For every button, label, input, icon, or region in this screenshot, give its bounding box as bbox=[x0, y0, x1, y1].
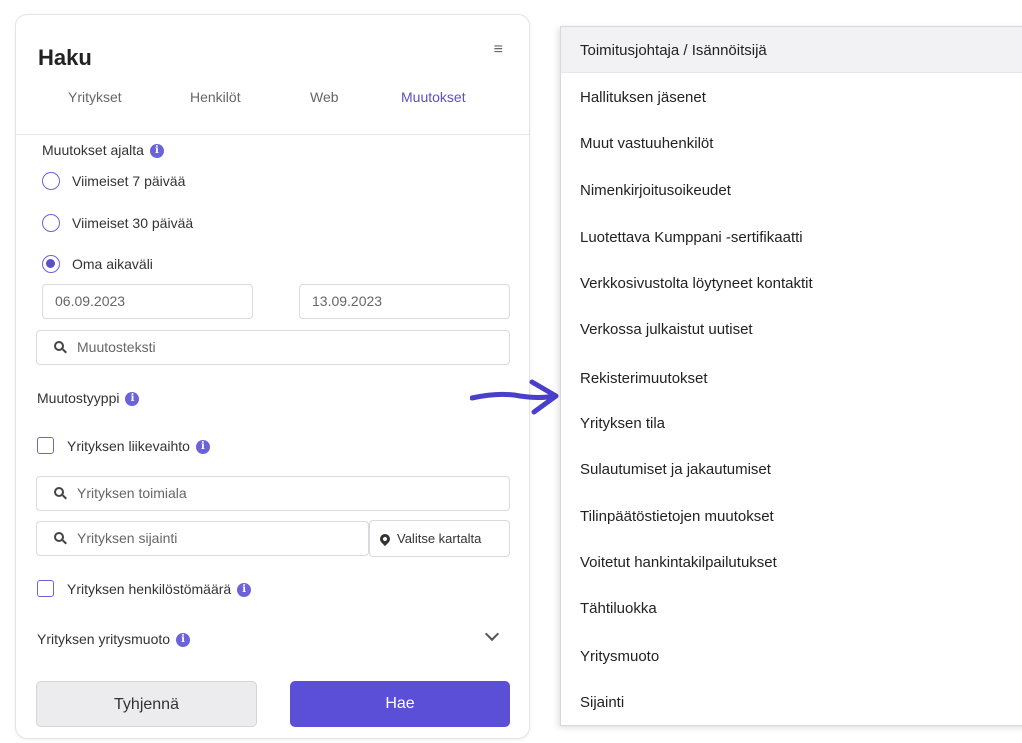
hamburger-menu-icon[interactable]: ≡ bbox=[494, 41, 503, 59]
list-item[interactable]: Voitetut hankintakilpailutukset bbox=[580, 554, 777, 571]
tab-muutokset[interactable]: Muutokset bbox=[401, 89, 466, 105]
list-item[interactable]: Sulautumiset ja jakautumiset bbox=[580, 461, 771, 478]
radio-custom-range-label: Oma aikaväli bbox=[72, 256, 153, 272]
industry-search-input[interactable]: Yrityksen toimiala bbox=[36, 476, 510, 511]
revenue-checkbox[interactable] bbox=[37, 437, 54, 454]
list-item[interactable]: Tähtiluokka bbox=[580, 600, 657, 617]
info-icon[interactable]: i bbox=[149, 144, 164, 159]
changes-period-text: Muutokset ajalta bbox=[42, 142, 144, 158]
staff-count-checkbox[interactable] bbox=[37, 580, 54, 597]
list-item[interactable]: Muut vastuuhenkilöt bbox=[580, 135, 713, 152]
tab-web[interactable]: Web bbox=[310, 89, 339, 105]
select-on-map-label: Valitse kartalta bbox=[397, 531, 482, 546]
location-search-input[interactable]: Yrityksen sijainti bbox=[36, 521, 369, 556]
info-icon[interactable]: i bbox=[176, 633, 191, 648]
change-type-text: Muutostyyppi bbox=[37, 390, 120, 406]
tab-yritykset[interactable]: Yritykset bbox=[68, 89, 122, 105]
arrow-icon bbox=[470, 379, 559, 415]
map-pin-icon bbox=[377, 531, 393, 546]
radio-30-days-label: Viimeiset 30 päivää bbox=[72, 215, 194, 231]
panel-title: Haku bbox=[38, 45, 92, 70]
radio-7-days-label: Viimeiset 7 päivää bbox=[72, 173, 186, 189]
list-item[interactable]: Hallituksen jäsenet bbox=[580, 89, 706, 106]
end-date-field[interactable]: 13.09.2023 bbox=[299, 284, 510, 319]
radio-7-days[interactable] bbox=[42, 172, 60, 190]
select-on-map-button[interactable]: Valitse kartalta bbox=[369, 520, 510, 557]
radio-custom-range[interactable] bbox=[42, 255, 60, 273]
revenue-text: Yrityksen liikevaihto bbox=[67, 438, 190, 454]
changes-period-label: Muutokset ajalta i bbox=[42, 142, 164, 159]
list-item[interactable]: Verkossa julkaistut uutiset bbox=[580, 321, 753, 338]
list-item[interactable]: Yritysmuoto bbox=[580, 648, 659, 665]
search-button[interactable]: Hae bbox=[290, 681, 510, 727]
clear-button[interactable]: Tyhjennä bbox=[36, 681, 257, 727]
info-icon[interactable]: i bbox=[195, 440, 210, 455]
revenue-label: Yrityksen liikevaihto i bbox=[67, 438, 210, 455]
search-icon bbox=[54, 341, 67, 354]
list-item[interactable]: Toimitusjohtaja / Isännöitsijä bbox=[580, 42, 767, 59]
start-date-field[interactable]: 06.09.2023 bbox=[42, 284, 253, 319]
search-icon bbox=[54, 487, 67, 500]
radio-30-days[interactable] bbox=[42, 214, 60, 232]
panel-header: Haku ≡ Yritykset Henkilöt Web Muutokset bbox=[16, 15, 529, 135]
staff-count-text: Yrityksen henkilöstömäärä bbox=[67, 581, 232, 597]
list-item[interactable]: Sijainti bbox=[580, 694, 624, 711]
list-item[interactable]: Rekisterimuutokset bbox=[580, 370, 708, 387]
info-icon[interactable]: i bbox=[125, 392, 140, 407]
search-icon bbox=[54, 532, 67, 545]
tab-henkilot[interactable]: Henkilöt bbox=[190, 89, 241, 105]
change-type-label: Muutostyyppi i bbox=[37, 390, 140, 407]
company-form-text: Yrityksen yritysmuoto bbox=[37, 631, 171, 647]
list-item[interactable]: Verkkosivustolta löytyneet kontaktit bbox=[580, 275, 813, 292]
staff-count-label: Yrityksen henkilöstömäärä i bbox=[67, 581, 252, 598]
list-item[interactable]: Luotettava Kumppani -sertifikaatti bbox=[580, 229, 803, 246]
change-text-search-input[interactable]: Muutosteksti bbox=[36, 330, 510, 365]
company-form-label[interactable]: Yrityksen yritysmuoto i bbox=[37, 631, 191, 648]
info-icon[interactable]: i bbox=[237, 583, 252, 598]
list-item[interactable]: Yrityksen tila bbox=[580, 415, 665, 432]
list-item[interactable]: Nimenkirjoitusoikeudet bbox=[580, 182, 731, 199]
list-item[interactable]: Tilinpäätöstietojen muutokset bbox=[580, 508, 774, 525]
